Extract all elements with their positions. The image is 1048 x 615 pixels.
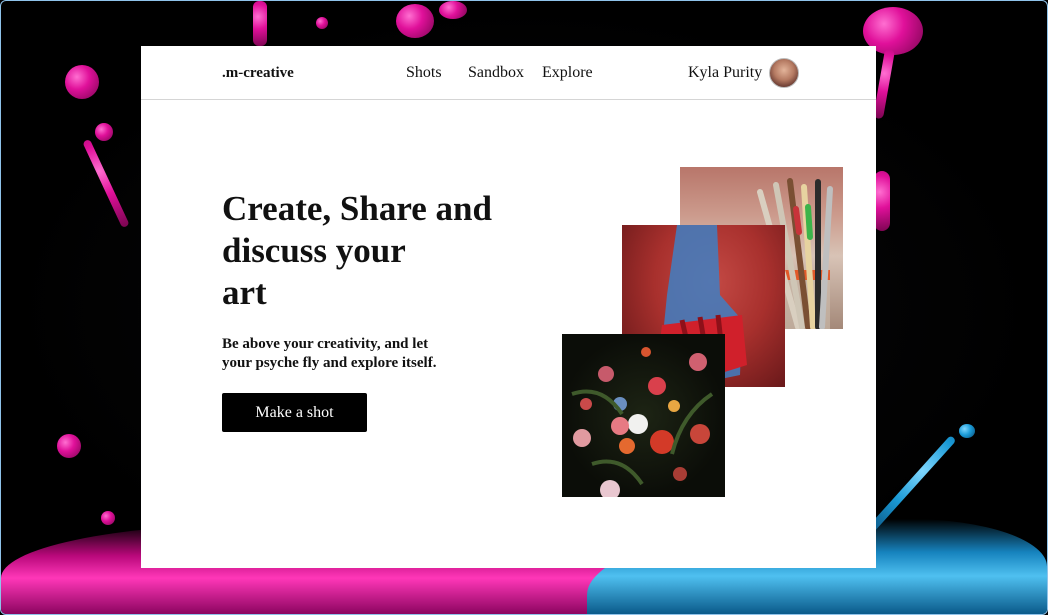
flower-painting-image (562, 334, 725, 497)
hero-subtext: Be above your creativity, and let your p… (222, 336, 437, 371)
make-a-shot-button[interactable]: Make a shot (222, 393, 367, 432)
nav-link-shots[interactable]: Shots (406, 64, 442, 82)
landing-card: .m-creative Shots Sandbox Explore Kyla P… (141, 46, 876, 568)
hero-headline: Create, Share and discuss your art (222, 189, 492, 312)
app-window: .m-creative Shots Sandbox Explore Kyla P… (0, 0, 1048, 615)
nav-link-sandbox[interactable]: Sandbox (468, 64, 524, 82)
nav-link-explore[interactable]: Explore (542, 64, 593, 82)
brand-logo[interactable]: .m-creative (222, 65, 294, 82)
user-name[interactable]: Kyla Purity (688, 64, 762, 82)
user-avatar[interactable] (769, 58, 799, 88)
top-navbar: .m-creative Shots Sandbox Explore Kyla P… (141, 46, 876, 100)
